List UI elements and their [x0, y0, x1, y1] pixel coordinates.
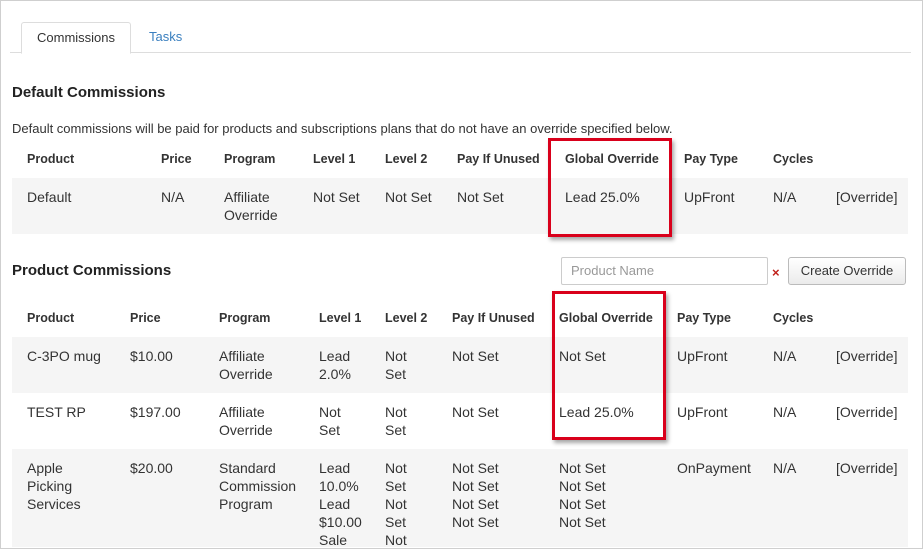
header-level2: Level 2 — [385, 152, 428, 166]
header-program: Program — [219, 311, 271, 325]
header-product: Product — [27, 152, 75, 166]
cell-cycles: N/A — [773, 460, 797, 476]
cell-level1: Not Set — [313, 189, 360, 205]
header-price: Price — [130, 311, 161, 325]
override-link[interactable]: [Override] — [836, 347, 897, 365]
cell-pay-type: UpFront — [677, 348, 728, 364]
header-price: Price — [161, 152, 192, 166]
header-global-override: Global Override — [559, 311, 653, 325]
cell-pay-type: OnPayment — [677, 460, 751, 476]
cell-global-override: Not Set Not Set Not Set Not Set — [559, 460, 606, 530]
header-global-override: Global Override — [565, 152, 659, 166]
header-pay-if-unused: Pay If Unused — [452, 311, 535, 325]
cell-price: $197.00 — [130, 404, 181, 420]
cell-level2: Not Set — [385, 348, 407, 382]
cell-pay-if-unused: Not Set — [452, 404, 499, 420]
tab-commissions[interactable]: Commissions — [21, 22, 132, 54]
cell-cycles: N/A — [773, 404, 797, 420]
cell-product: Default — [27, 189, 72, 205]
override-link[interactable]: [Override] — [836, 188, 897, 206]
product-name-input[interactable]: Product Name — [561, 257, 768, 285]
cell-program-line: Override — [224, 207, 278, 223]
cell-global-override: Not Set — [559, 348, 606, 364]
cell-level2: Not Set — [385, 189, 432, 205]
tab-tasks[interactable]: Tasks — [134, 22, 197, 52]
cell-product: TEST RP — [27, 404, 86, 420]
cell-cycles: N/A — [773, 348, 797, 364]
cell-pay-if-unused: Not Set Not Set Not Set Not Set — [452, 460, 499, 530]
cell-program: Affiliate Override — [219, 404, 273, 438]
header-cycles: Cycles — [773, 152, 814, 166]
header-product: Product — [27, 311, 75, 325]
table-row — [12, 337, 908, 393]
default-commissions-title: Default Commissions — [12, 84, 166, 101]
product-commissions-title: Product Commissions — [12, 262, 172, 279]
cell-program: Affiliate Override — [224, 188, 278, 224]
cell-level1: Lead 2.0% — [319, 348, 351, 382]
cell-global-override: Lead 25.0% — [565, 189, 640, 205]
cell-program-line: Affiliate — [224, 189, 270, 205]
cell-level2: Not Set — [385, 404, 407, 438]
tab-divider — [10, 52, 911, 53]
cell-level1: Lead 10.0% Lead $10.00 Sale — [319, 460, 362, 548]
table-row — [12, 178, 908, 234]
cell-pay-if-unused: Not Set — [457, 189, 504, 205]
header-pay-if-unused: Pay If Unused — [457, 152, 540, 166]
cell-pay-type: UpFront — [677, 404, 728, 420]
header-level2: Level 2 — [385, 311, 428, 325]
create-override-button[interactable]: Create Override — [788, 257, 906, 285]
header-cycles: Cycles — [773, 311, 814, 325]
cell-pay-if-unused: Not Set — [452, 348, 499, 364]
cell-product: C-3PO mug — [27, 348, 101, 364]
cell-global-override: Lead 25.0% — [559, 404, 634, 420]
cell-price: N/A — [161, 189, 185, 205]
header-level1: Level 1 — [313, 152, 356, 166]
cell-program: Standard Commission Program — [219, 460, 297, 512]
header-level1: Level 1 — [319, 311, 362, 325]
cell-price: $20.00 — [130, 460, 173, 476]
cell-price: $10.00 — [130, 348, 173, 364]
header-program: Program — [224, 152, 276, 166]
default-commissions-description: Default commissions will be paid for pro… — [12, 121, 673, 136]
clear-icon[interactable]: × — [772, 265, 780, 280]
cell-program: Affiliate Override — [219, 348, 273, 382]
cell-product: Apple Picking Services — [27, 460, 81, 512]
cell-level1: Not Set — [319, 404, 341, 438]
cell-cycles: N/A — [773, 189, 797, 205]
override-link[interactable]: [Override] — [836, 459, 897, 477]
override-link[interactable]: [Override] — [836, 403, 897, 421]
header-pay-type: Pay Type — [677, 311, 731, 325]
cell-level2: Not Set Not Set Not — [385, 460, 407, 548]
header-pay-type: Pay Type — [684, 152, 738, 166]
cell-pay-type: UpFront — [684, 189, 735, 205]
